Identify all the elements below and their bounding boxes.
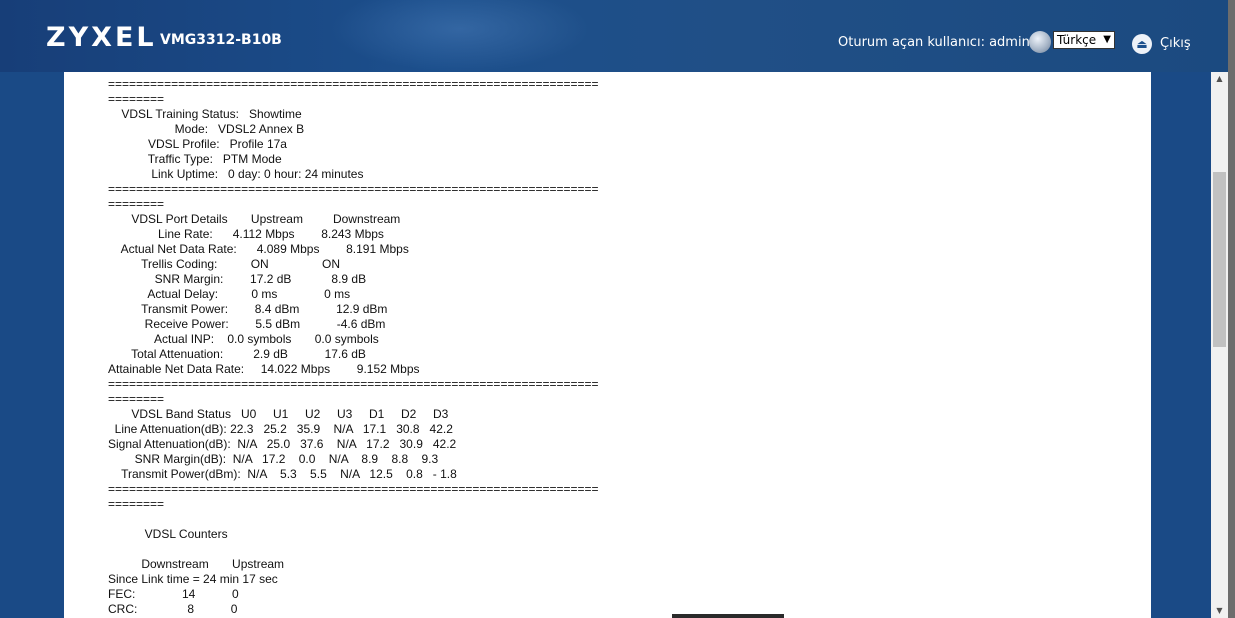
model-name: VMG3312-B10B <box>160 32 282 48</box>
language-select[interactable]: Türkçe ▼ <box>1053 31 1115 49</box>
scroll-up-icon[interactable]: ▲ <box>1211 72 1228 86</box>
brand-logo: ZYXEL <box>46 22 157 53</box>
logout-icon[interactable]: ⏏ <box>1132 34 1152 54</box>
scrollbar-thumb[interactable] <box>1213 172 1226 347</box>
scroll-down-icon[interactable]: ▼ <box>1211 604 1228 618</box>
user-avatar-icon <box>1029 31 1051 53</box>
logged-in-user-text: Oturum açan kullanıcı: admin <box>838 35 1030 50</box>
status-content-panel: ========================================… <box>64 72 1151 618</box>
logout-link[interactable]: Çıkış <box>1160 36 1191 51</box>
top-header: ZYXEL VMG3312-B10B Oturum açan kullanıcı… <box>0 0 1235 72</box>
horizontal-scroll-strip <box>672 614 784 618</box>
vertical-scrollbar[interactable]: ▲ ▼ <box>1211 72 1228 618</box>
window-right-edge <box>1228 0 1235 618</box>
header-shine <box>330 0 590 72</box>
chevron-down-icon: ▼ <box>1103 34 1111 45</box>
vdsl-status-text: ========================================… <box>108 77 599 616</box>
language-select-value: Türkçe <box>1057 33 1097 47</box>
